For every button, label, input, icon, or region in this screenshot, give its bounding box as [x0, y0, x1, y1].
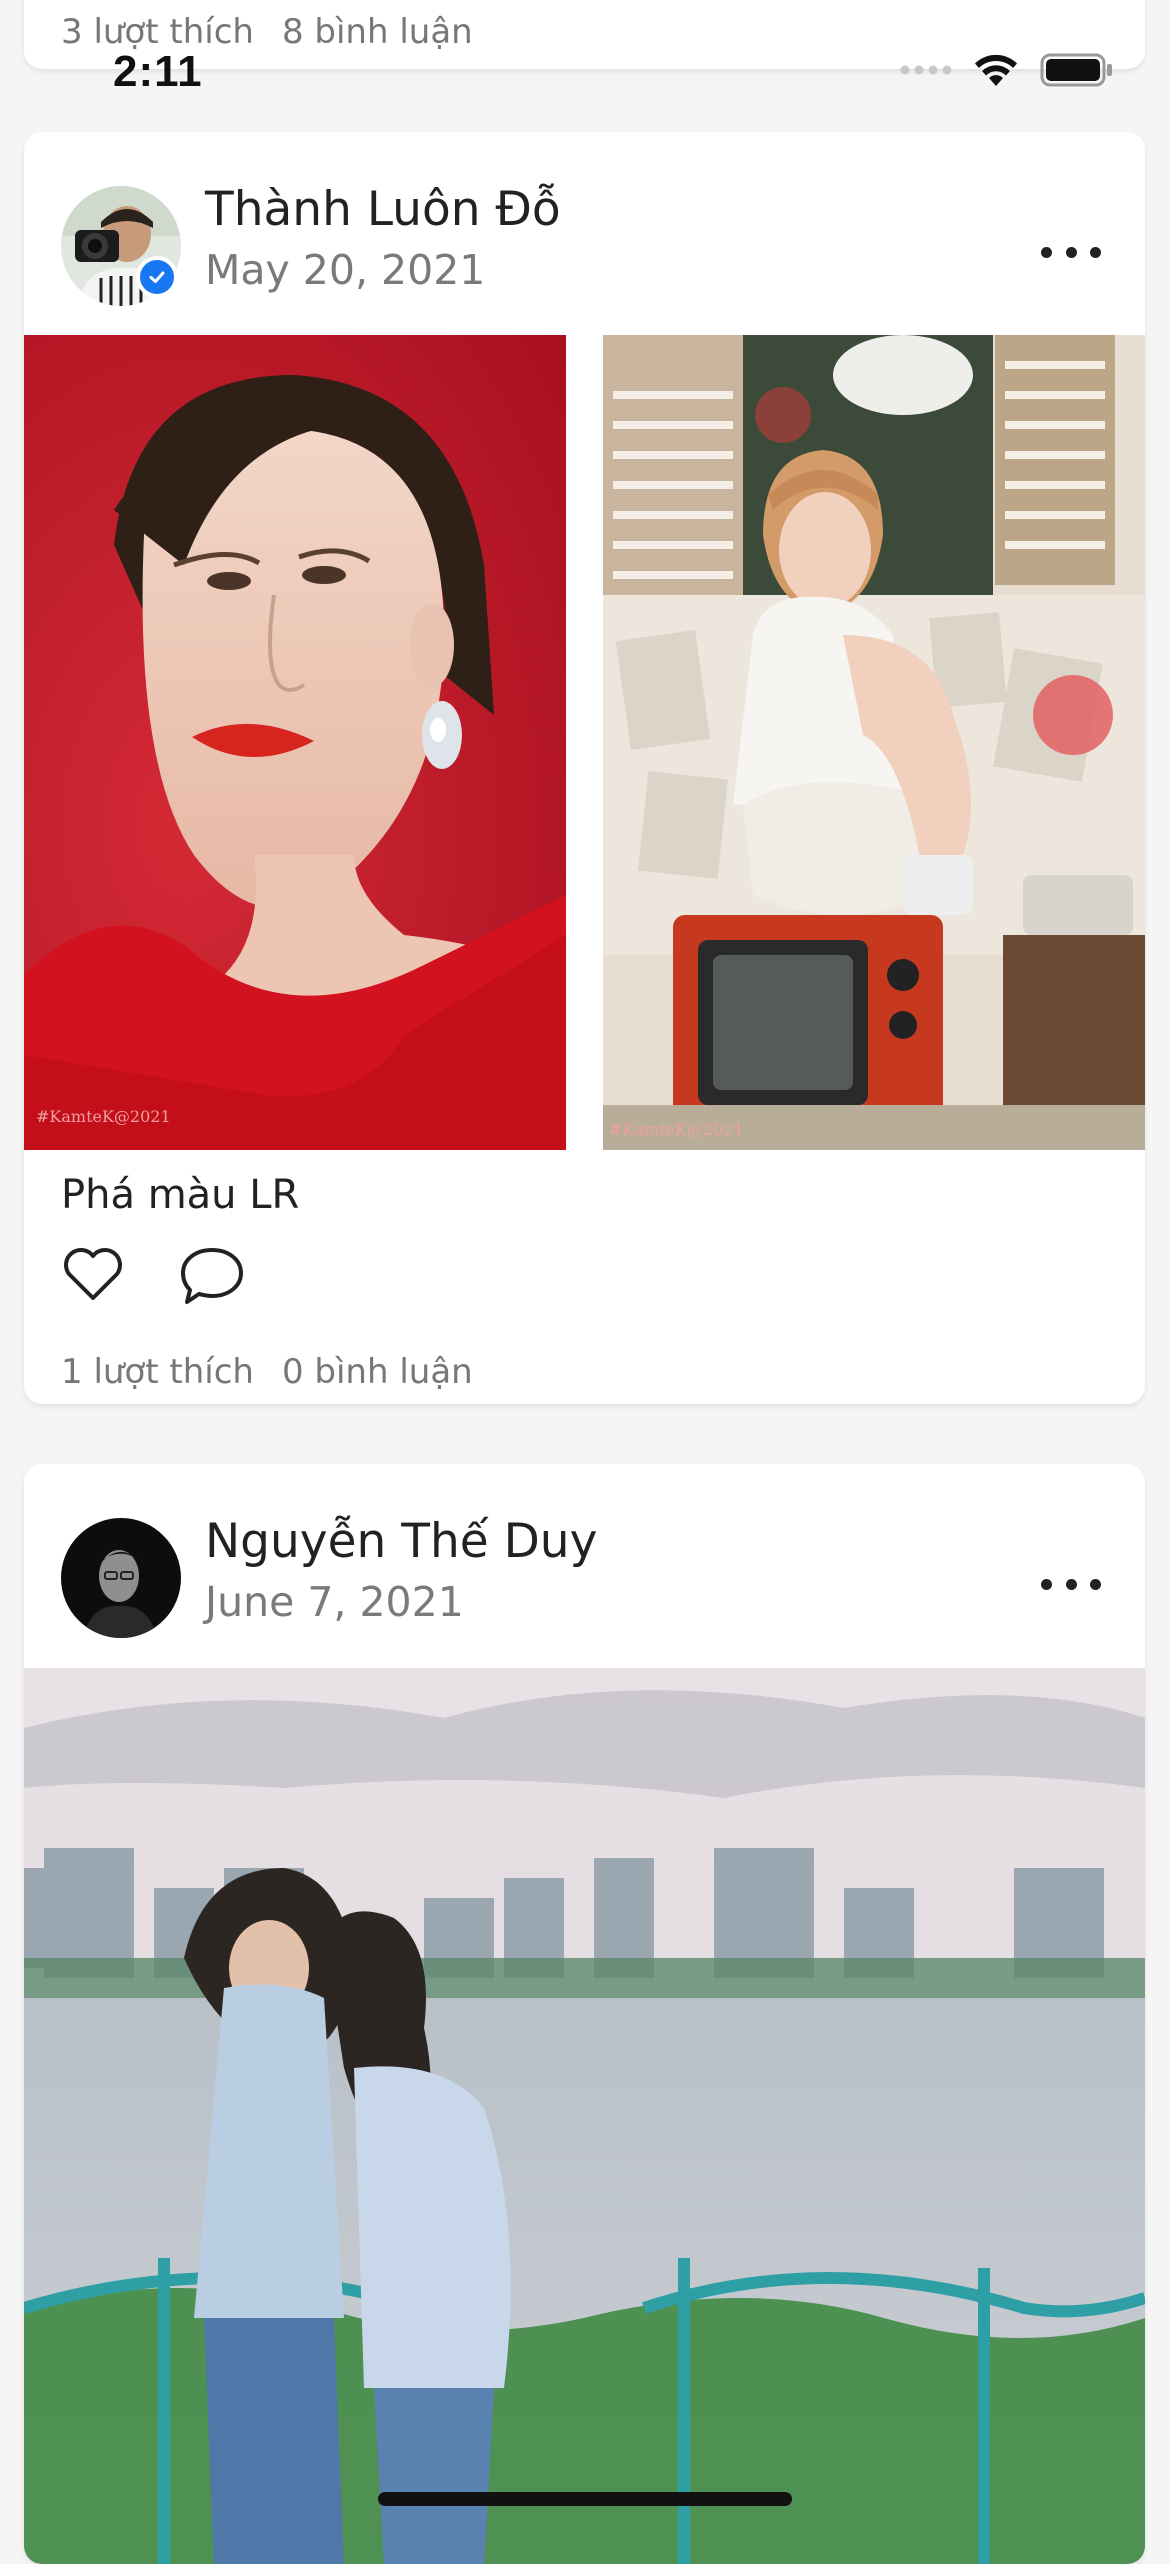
post-photo[interactable]: [24, 1668, 1145, 2564]
post-photo[interactable]: #KamteK@2021: [603, 335, 1145, 1150]
heart-icon[interactable]: [61, 1244, 125, 1304]
likes-count[interactable]: 1 lượt thích: [61, 1352, 254, 1392]
post-header: Nguyễn Thế Duy June 7, 2021: [24, 1464, 1145, 1664]
wifi-icon: [975, 54, 1017, 86]
battery-icon: [1040, 53, 1112, 87]
more-dots-icon: [1041, 1578, 1052, 1590]
post-caption: Phá màu LR: [61, 1172, 300, 1218]
home-indicator[interactable]: [378, 2492, 792, 2506]
comments-count[interactable]: 0 bình luận: [282, 1352, 473, 1392]
photo-watermark: #KamteK@2021: [36, 1107, 171, 1126]
comments-count[interactable]: 8 bình luận: [282, 12, 473, 52]
avatar[interactable]: [61, 1518, 181, 1638]
previous-post-stats: 3 lượt thích 8 bình luận: [61, 12, 473, 52]
post-date: May 20, 2021: [205, 246, 486, 294]
post-photo[interactable]: #KamteK@2021: [24, 335, 566, 1150]
status-icons: [900, 52, 1114, 88]
user-name[interactable]: Thành Luôn Đỗ: [205, 182, 561, 237]
post-date: June 7, 2021: [205, 1578, 464, 1626]
post-card: Nguyễn Thế Duy June 7, 2021: [24, 1464, 1145, 2564]
photo-watermark: #KamteK@2021: [609, 1120, 744, 1139]
more-options-button[interactable]: [1041, 1564, 1101, 1604]
likes-count[interactable]: 3 lượt thích: [61, 12, 254, 52]
post-header: Thành Luôn Đỗ May 20, 2021: [24, 132, 1145, 332]
more-dots-icon: [1041, 246, 1052, 258]
user-name[interactable]: Nguyễn Thế Duy: [205, 1514, 597, 1569]
more-options-button[interactable]: [1041, 232, 1101, 272]
verified-badge: [136, 256, 178, 298]
post-stats: 1 lượt thích 0 bình luận: [61, 1352, 473, 1392]
comment-icon[interactable]: [177, 1244, 247, 1306]
status-time: 2:11: [113, 47, 203, 96]
post-actions: [61, 1244, 247, 1306]
signal-icon: [900, 65, 952, 75]
post-card: Thành Luôn Đỗ May 20, 2021 #KamteK@2021 …: [24, 132, 1145, 1404]
checkmark-icon: [149, 271, 165, 283]
